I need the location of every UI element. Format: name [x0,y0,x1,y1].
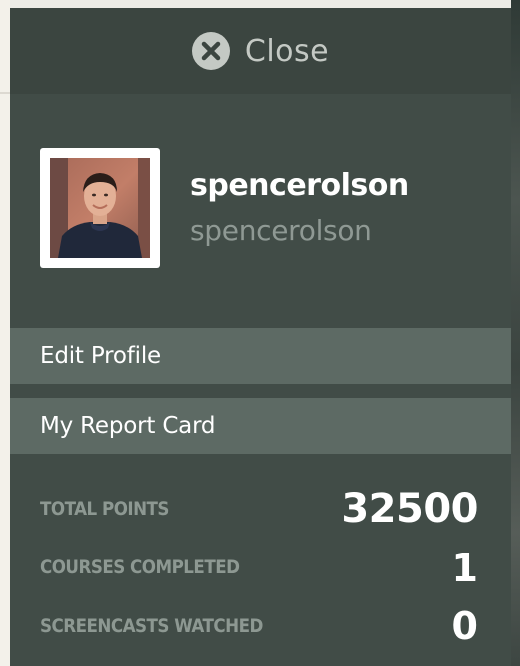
screencasts-watched-label: SCREENCASTS WATCHED [40,615,263,637]
profile-username: spencerolson [190,214,372,247]
avatar-photo [50,158,150,258]
profile-display-name: spencerolson [190,168,409,203]
close-x-glyph [201,41,221,61]
close-button[interactable]: Close [10,8,511,94]
edit-profile-label[interactable]: Edit Profile [40,343,161,369]
background-divider [0,92,10,94]
background-page-strip [0,0,10,666]
total-points-label: TOTAL POINTS [40,498,169,520]
courses-completed-value: 1 [451,546,478,590]
close-icon[interactable] [191,32,230,70]
background-top-strip [10,0,520,8]
report-card-link[interactable]: My Report Card [10,398,511,454]
avatar [40,148,160,268]
edit-profile-link[interactable]: Edit Profile [10,328,511,384]
screencasts-watched-value: 0 [451,604,478,648]
report-card-label[interactable]: My Report Card [40,413,216,439]
close-label[interactable]: Close [245,34,329,69]
total-points-value: 32500 [341,486,478,532]
background-right-strip [511,0,520,666]
profile-panel: Close spencerolson spencerolson Edit Pro… [10,8,511,666]
courses-completed-label: COURSES COMPLETED [40,556,240,578]
